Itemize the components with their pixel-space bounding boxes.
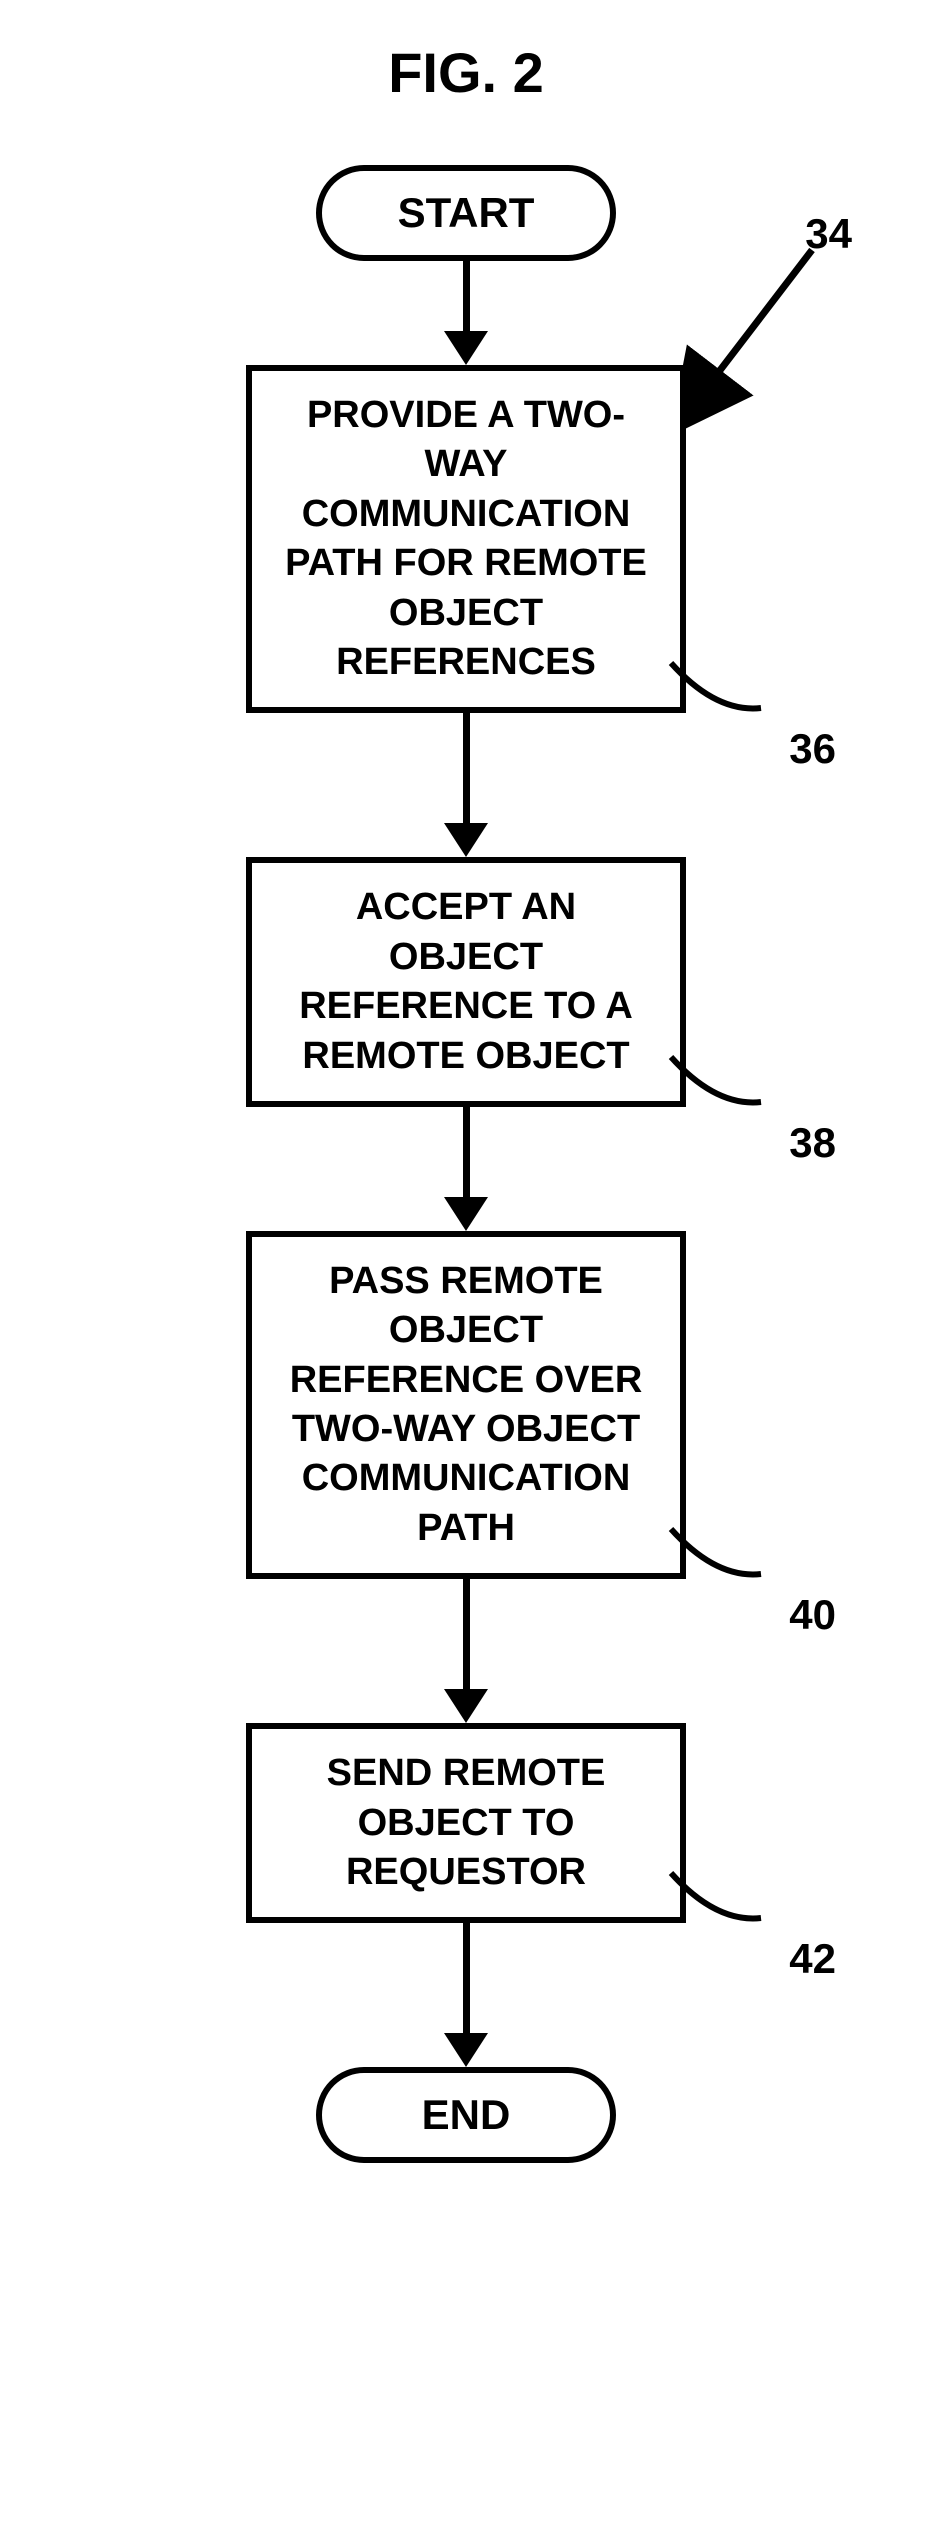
step3-hook xyxy=(666,1499,776,1599)
step2-node: ACCEPT AN OBJECT REFERENCE TO A REMOTE O… xyxy=(246,857,686,1107)
ref-step3: 40 xyxy=(789,1591,836,1639)
figure-title: FIG. 2 xyxy=(388,40,544,105)
step4-node: SEND REMOTE OBJECT TO REQUESTOR xyxy=(246,1723,686,1923)
arrow-3 xyxy=(444,1107,488,1231)
ref-step1: 36 xyxy=(789,725,836,773)
ref-step2: 38 xyxy=(789,1119,836,1167)
step3-node: PASS REMOTE OBJECT REFERENCE OVER TWO-WA… xyxy=(246,1231,686,1579)
step1-node: PROVIDE A TWO-WAY COMMUNICATION PATH FOR… xyxy=(246,365,686,713)
start-node: START xyxy=(316,165,616,261)
step2-hook xyxy=(666,1027,776,1127)
arrow-2 xyxy=(444,713,488,857)
step4-hook xyxy=(666,1843,776,1943)
end-node: END xyxy=(316,2067,616,2163)
flowchart-container: FIG. 2 34 START PROVIDE A TWO-WAY COMMUN… xyxy=(0,40,932,2163)
step1-hook xyxy=(666,633,776,733)
ref-step4: 42 xyxy=(789,1935,836,1983)
arrow-5 xyxy=(444,1923,488,2067)
arrow-4 xyxy=(444,1579,488,1723)
ref-overall: 34 xyxy=(805,210,852,258)
arrow-1 xyxy=(444,261,488,365)
